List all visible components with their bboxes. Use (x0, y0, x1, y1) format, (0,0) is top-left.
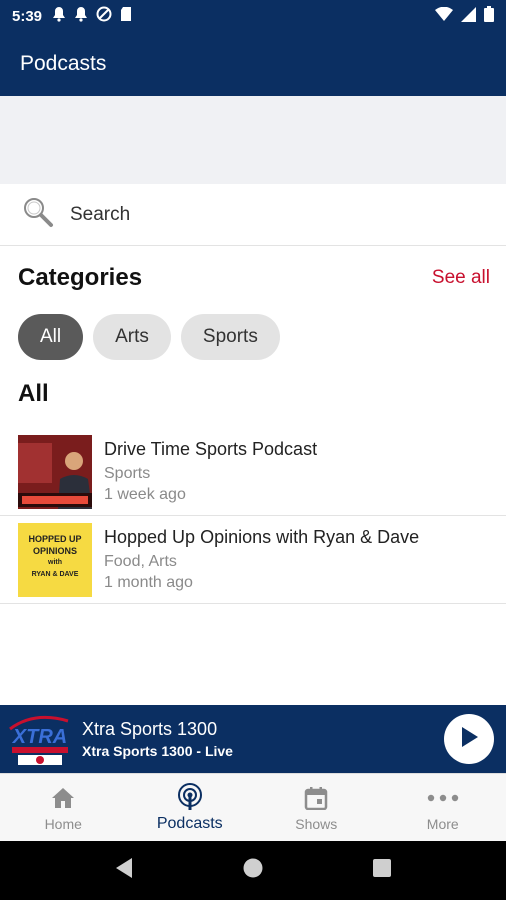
list-item[interactable]: Drive Time Sports Podcast Sports 1 week … (0, 428, 506, 516)
categories-header: Categories See all (18, 258, 490, 298)
all-section-title: All (18, 380, 49, 407)
play-icon (459, 726, 479, 753)
podcast-title: Hopped Up Opinions with Ryan & Dave (104, 526, 420, 547)
podcast-category: Food, Arts (104, 552, 177, 570)
nav-shows[interactable]: Shows (253, 774, 380, 841)
home-icon (51, 784, 75, 812)
nav-home[interactable]: Home (0, 774, 127, 841)
podcast-category: Sports (104, 464, 151, 482)
data-saver-icon (96, 6, 112, 26)
mini-player[interactable]: XTRA Xtra Sports 1300 Xtra Sports 1300 -… (0, 705, 506, 773)
status-time: 5:39 (12, 7, 43, 25)
podcast-icon (176, 782, 204, 811)
app-bar: Podcasts (0, 32, 506, 96)
ad-banner-area (0, 96, 506, 184)
artwork-text: with (48, 558, 62, 566)
artwork-text: HOPPED UP (28, 533, 82, 544)
artwork-text: OPINIONS (32, 545, 77, 556)
logo-text: XTRA (12, 726, 67, 748)
chip-arts[interactable]: Arts (93, 314, 171, 360)
calendar-icon (304, 784, 328, 812)
nav-podcasts[interactable]: Podcasts (127, 774, 254, 841)
signal-icon (461, 6, 476, 26)
search-bar[interactable]: Search (0, 184, 506, 246)
more-dots-icon (427, 784, 459, 812)
chip-sports[interactable]: Sports (180, 314, 280, 360)
nav-home-label: Home (44, 815, 82, 832)
notification-bell-icon (52, 6, 66, 26)
battery-icon (484, 6, 494, 26)
station-name: Xtra Sports 1300 (82, 719, 218, 739)
podcast-artwork: HOPPED UP OPINIONS with RYAN & DAVE (18, 522, 92, 597)
nav-more[interactable]: More (380, 774, 506, 841)
see-all-link[interactable]: See all (432, 267, 490, 289)
station-logo: XTRA (4, 709, 76, 769)
list-item[interactable]: HOPPED UP OPINIONS with RYAN & DAVE Hopp… (0, 516, 506, 604)
page-title: Podcasts (20, 52, 107, 75)
station-subtitle: Xtra Sports 1300 - Live (82, 743, 233, 759)
podcast-artwork (18, 434, 92, 509)
wifi-icon (435, 6, 453, 26)
nav-podcasts-label: Podcasts (156, 814, 223, 832)
status-bar: 5:39 (0, 0, 506, 32)
categories-title: Categories (18, 264, 143, 291)
search-label: Search (70, 203, 131, 225)
nav-shows-label: Shows (295, 815, 338, 832)
home-circle-icon[interactable] (242, 857, 264, 884)
podcast-title: Drive Time Sports Podcast (104, 438, 318, 459)
notification-bell-icon (74, 6, 88, 26)
podcast-age: 1 week ago (104, 485, 186, 503)
bottom-navigation: Home Podcasts Shows More (0, 773, 506, 841)
podcast-age: 1 month ago (104, 573, 193, 591)
category-chips: All Arts Sports (18, 314, 280, 360)
recents-icon[interactable] (372, 858, 392, 883)
search-icon (22, 196, 54, 233)
nav-more-label: More (426, 815, 459, 832)
sd-card-icon (120, 6, 132, 26)
podcast-list: Drive Time Sports Podcast Sports 1 week … (0, 428, 506, 604)
back-icon[interactable] (114, 857, 134, 884)
artwork-text: RYAN & DAVE (31, 570, 79, 578)
system-navigation-bar (0, 841, 506, 900)
play-button[interactable] (444, 714, 494, 764)
chip-all[interactable]: All (18, 314, 84, 360)
